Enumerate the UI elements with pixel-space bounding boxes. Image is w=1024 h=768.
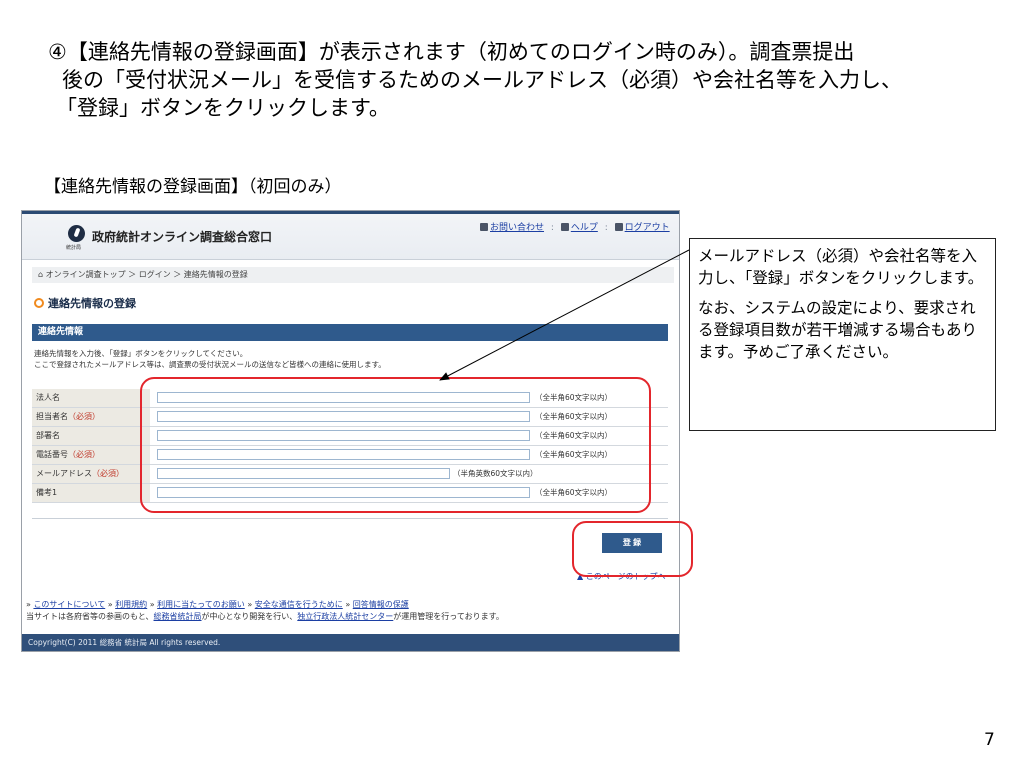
site-header: 統計局 政府統計オンライン調査総合窓口 お問い合わせ : ヘルプ : ログアウト [22, 211, 679, 260]
footer-link-bureau[interactable]: 総務省統計局 [154, 612, 202, 621]
footer-link-about[interactable]: このサイトについて [33, 600, 105, 609]
header-links: お問い合わせ : ヘルプ : ログアウト [480, 220, 670, 233]
field-label: 電話番号（必須） [32, 446, 150, 464]
description-line-2: ここで登録されたメールアドレス等は、調査票の受付状況メールの送信など皆様への連絡… [34, 360, 386, 369]
field-label: 法人名 [32, 389, 150, 407]
footer-link-center[interactable]: 独立行政法人統計センター [297, 612, 393, 621]
mail-icon [480, 223, 488, 231]
description-line-1: 連絡先情報を入力後、「登録」ボタンをクリックしてください。 [34, 349, 248, 358]
form-divider [32, 518, 668, 519]
refresh-circle-icon [34, 298, 44, 308]
register-button-highlight [572, 521, 693, 577]
footer-link-security[interactable]: 安全な通信を行うために [255, 600, 343, 609]
callout-paragraph-1: メールアドレス（必須）や会社名等を入力し、「登録」ボタンをクリックします。 [698, 247, 984, 287]
help-link[interactable]: ヘルプ [571, 223, 598, 233]
intro-line-1: ④【連絡先情報の登録画面】が表示されます（初めてのログイン時のみ）。調査票提出 [48, 40, 855, 64]
section-bar: 連絡先情報 [32, 324, 668, 341]
breadcrumb: ⌂ オンライン調査トップ ＞ ログイン ＞ 連絡先情報の登録 [32, 267, 674, 283]
section-label: 【連絡先情報の登録画面】（初回のみ） [44, 177, 342, 197]
footer-link-requests[interactable]: 利用に当たってのお願い [157, 600, 245, 609]
page-title: 連絡先情報の登録 [34, 295, 136, 311]
footer-link-privacy[interactable]: 回答情報の保護 [353, 600, 409, 609]
site-title: 政府統計オンライン調査総合窓口 [92, 230, 273, 244]
intro-line-2: 後の「受付状況メール」を受信するためのメールアドレス（必須）や会社名等を入力し、 [62, 68, 902, 92]
page-title-text: 連絡先情報の登録 [48, 297, 136, 310]
form-fields-highlight [140, 377, 651, 513]
footer-link-terms[interactable]: 利用規約 [115, 600, 147, 609]
copyright-bar: Copyright(C) 2011 総務省 統計局 All rights res… [22, 634, 679, 651]
field-label: 担当者名（必須） [32, 408, 150, 426]
home-icon: ⌂ [38, 270, 46, 279]
field-label: 部署名 [32, 427, 150, 445]
logout-link[interactable]: ログアウト [625, 223, 670, 233]
help-icon [560, 223, 569, 231]
logout-icon [614, 223, 623, 231]
footer-operator-text: 当サイトは各府省等の参画のもと、総務省統計局が中心となり開発を行い、独立行政法人… [26, 612, 504, 621]
form-description: 連絡先情報を入力後、「登録」ボタンをクリックしてください。 ここで登録されたメー… [34, 348, 386, 370]
page-number: 7 [984, 730, 995, 750]
field-label: 備考1 [32, 484, 150, 502]
field-label: メールアドレス（必須） [32, 465, 150, 483]
intro-line-3: 「登録」ボタンをクリックします。 [56, 96, 390, 120]
statistics-bureau-logo-icon [68, 225, 85, 242]
instruction-callout: メールアドレス（必須）や会社名等を入力し、「登録」ボタンをクリックします。 なお… [689, 238, 996, 431]
logo-caption: 統計局 [66, 245, 82, 251]
intro-text: ④【連絡先情報の登録画面】が表示されます（初めてのログイン時のみ）。調査票提出 … [48, 38, 998, 122]
footer-links: » このサイトについて » 利用規約 » 利用に当たってのお願い » 安全な通信… [26, 600, 504, 621]
contact-link[interactable]: お問い合わせ [490, 223, 544, 233]
breadcrumb-text[interactable]: オンライン調査トップ ＞ ログイン ＞ 連絡先情報の登録 [46, 270, 248, 279]
callout-paragraph-2: なお、システムの設定により、要求される登録項目数が若干増減する場合もあります。予… [698, 299, 978, 361]
